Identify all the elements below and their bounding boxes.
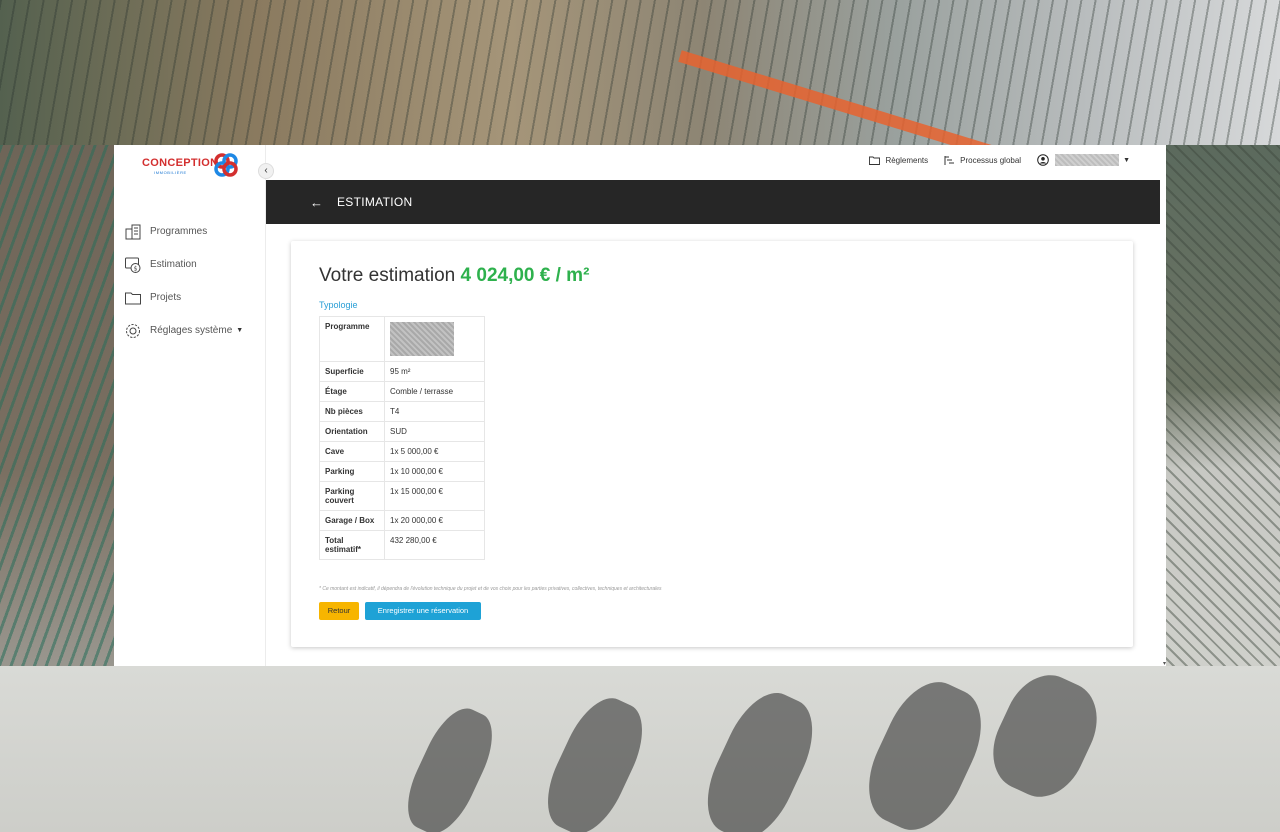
- background-photo-bottom: [0, 662, 1280, 832]
- chevron-down-icon: ▼: [236, 327, 244, 334]
- gear-icon: [126, 323, 140, 338]
- logo-text: CONCEPTION: [142, 157, 219, 169]
- sidebar-item-label: Projets: [150, 292, 182, 303]
- table-row: Total estimatif* 432 280,00 €: [319, 530, 485, 560]
- row-value: 1x 10 000,00 €: [384, 461, 485, 482]
- logo-mark-icon: [214, 153, 238, 177]
- estimation-title-prefix: Votre estimation: [319, 265, 456, 286]
- folder-icon: [125, 292, 141, 304]
- table-row: Cave 1x 5 000,00 €: [319, 441, 485, 462]
- collapse-sidebar-button[interactable]: ‹: [258, 163, 274, 179]
- row-key: Orientation: [319, 421, 385, 442]
- row-key: Superficie: [319, 361, 385, 382]
- estimation-value: 4 024,00 € / m²: [460, 265, 590, 286]
- estimate-icon: $: [125, 257, 141, 273]
- table-row: Garage / Box 1x 20 000,00 €: [319, 510, 485, 531]
- process-icon: [944, 155, 955, 165]
- row-key: Programme: [319, 316, 385, 362]
- row-key: Parking couvert: [319, 481, 385, 511]
- row-value: SUD: [384, 421, 485, 442]
- background-photo-top: [0, 0, 1280, 145]
- table-row: Parking couvert 1x 15 000,00 €: [319, 481, 485, 511]
- row-value: T4: [384, 401, 485, 422]
- reglements-label: Règlements: [885, 155, 929, 165]
- estimation-card: Votre estimation 4 024,00 € / m² Typolog…: [291, 241, 1133, 647]
- sidebar-item-label: Programmes: [150, 226, 208, 237]
- typology-table: Programme Superficie 95 m² Étage Comble …: [319, 316, 485, 560]
- row-key: Étage: [319, 381, 385, 402]
- app-window: CONCEPTION IMMOBILIÈRE Programmes $ Esti…: [114, 145, 1166, 666]
- table-row: Parking 1x 10 000,00 €: [319, 461, 485, 482]
- table-row: Superficie 95 m²: [319, 361, 485, 382]
- processus-link[interactable]: Processus global: [944, 155, 1021, 166]
- sidebar: CONCEPTION IMMOBILIÈRE Programmes $ Esti…: [114, 145, 266, 666]
- background-shadow: [852, 669, 998, 832]
- folder-icon: [869, 156, 881, 165]
- disclaimer-note: * Ce montant est indicatif, il dépendra …: [319, 586, 662, 592]
- top-bar: Règlements Processus global ▼: [266, 145, 1166, 180]
- row-key: Parking: [319, 461, 385, 482]
- sidebar-item-projets[interactable]: Projets: [124, 281, 243, 314]
- page-title: ESTIMATION: [337, 195, 413, 209]
- sidebar-item-label: Réglages système: [150, 325, 233, 336]
- sidebar-item-estimation[interactable]: $ Estimation: [124, 248, 243, 281]
- chevron-down-icon: ▼: [1123, 156, 1130, 164]
- building-icon: [125, 224, 141, 239]
- logo[interactable]: CONCEPTION IMMOBILIÈRE: [142, 151, 242, 183]
- row-key: Garage / Box: [319, 510, 385, 531]
- processus-label: Processus global: [960, 155, 1022, 165]
- top-links: Règlements Processus global ▼: [853, 154, 1130, 166]
- background-shadow: [533, 687, 657, 832]
- user-menu[interactable]: ▼: [1037, 154, 1130, 166]
- row-value: 1x 5 000,00 €: [384, 441, 485, 462]
- user-avatar-icon: [1037, 154, 1049, 166]
- page-header: ← ESTIMATION: [266, 180, 1160, 224]
- table-row: Programme: [319, 316, 485, 362]
- back-button[interactable]: Retour: [319, 602, 359, 620]
- logo-tagline: IMMOBILIÈRE: [154, 170, 187, 175]
- programme-thumbnail: [390, 322, 454, 356]
- row-value: 95 m²: [384, 361, 485, 382]
- background-photo-left: [0, 145, 114, 685]
- back-arrow-icon[interactable]: ←: [310, 195, 323, 210]
- scrollbar-arrow-icon[interactable]: ▾: [1163, 660, 1166, 666]
- background-shadow: [978, 662, 1112, 810]
- row-key: Nb pièces: [319, 401, 385, 422]
- table-row: Orientation SUD: [319, 421, 485, 442]
- background-shadow: [395, 699, 505, 832]
- row-value: 1x 20 000,00 €: [384, 510, 485, 531]
- table-row: Nb pièces T4: [319, 401, 485, 422]
- row-value: Comble / terrasse: [384, 381, 485, 402]
- sidebar-item-label: Estimation: [150, 259, 197, 270]
- reglements-link[interactable]: Règlements: [869, 156, 928, 165]
- sidebar-item-programmes[interactable]: Programmes: [124, 215, 243, 248]
- save-reservation-button[interactable]: Enregistrer une réservation: [365, 602, 481, 620]
- row-key: Total estimatif*: [319, 530, 385, 560]
- sidebar-nav: Programmes $ Estimation Projets Réglages…: [124, 215, 243, 347]
- background-photo-right: [1166, 145, 1280, 685]
- user-name: [1055, 154, 1120, 166]
- table-row: Étage Comble / terrasse: [319, 381, 485, 402]
- estimation-heading: Votre estimation 4 024,00 € / m²: [319, 265, 589, 287]
- row-value: [384, 316, 485, 362]
- typology-label: Typologie: [319, 300, 358, 310]
- row-key: Cave: [319, 441, 385, 462]
- row-value: 1x 15 000,00 €: [384, 481, 485, 511]
- background-shadow: [692, 681, 828, 832]
- sidebar-item-reglages[interactable]: Réglages système ▼: [124, 314, 243, 347]
- svg-text:$: $: [134, 265, 138, 272]
- row-value: 432 280,00 €: [384, 530, 485, 560]
